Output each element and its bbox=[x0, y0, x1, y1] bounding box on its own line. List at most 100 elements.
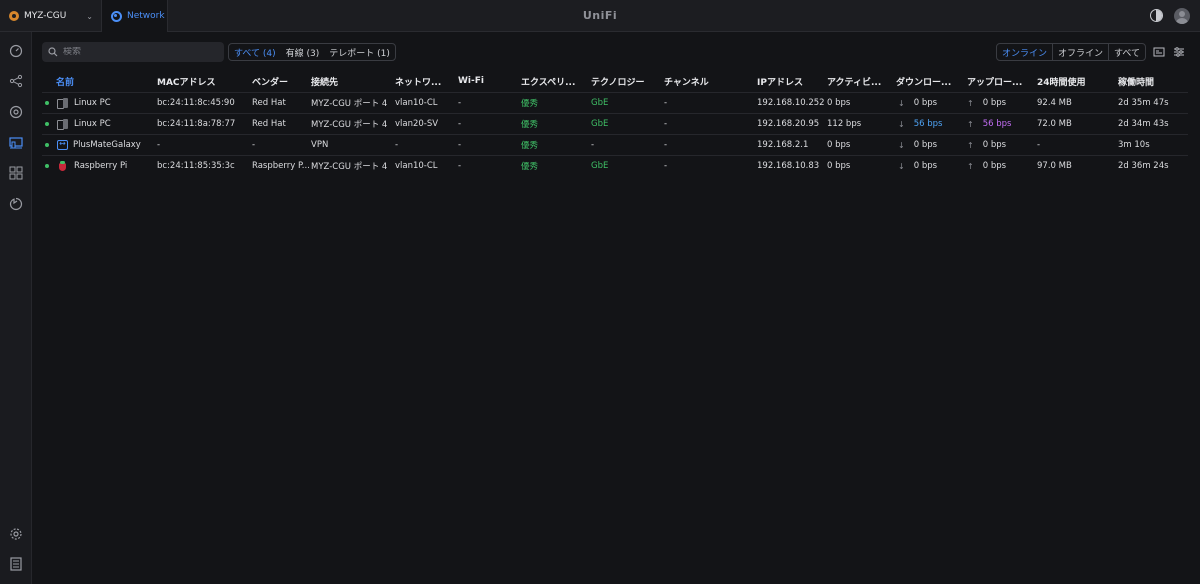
cell-technology: GbE bbox=[591, 98, 609, 108]
arrow-down-icon: ↓ bbox=[898, 140, 905, 150]
cell-ip: 192.168.10.252 bbox=[757, 98, 825, 108]
status-online[interactable]: オンライン bbox=[997, 44, 1054, 60]
cell-experience: 優秀 bbox=[521, 120, 539, 130]
search-box[interactable] bbox=[42, 42, 224, 62]
client-devices-icon[interactable] bbox=[8, 135, 23, 150]
col-download[interactable]: ダウンロー... bbox=[896, 70, 951, 92]
cell-upload: ↑ 0 bps bbox=[967, 156, 1006, 176]
status-filter: オンライン オフライン すべて bbox=[996, 43, 1147, 61]
vpn-icon bbox=[57, 139, 68, 150]
col-mac[interactable]: MACアドレス bbox=[157, 70, 216, 92]
cell-usage: 97.0 MB bbox=[1037, 161, 1072, 171]
col-channel[interactable]: チャンネル bbox=[664, 70, 709, 92]
download-value: 0 bps bbox=[913, 161, 938, 171]
logs-icon[interactable] bbox=[8, 556, 23, 571]
cell-name[interactable]: Linux PC bbox=[57, 114, 111, 134]
cell-download: ↓ 56 bps bbox=[898, 114, 942, 134]
computer-icon bbox=[57, 98, 69, 109]
cell-download: ↓ 0 bps bbox=[898, 93, 937, 113]
theme-toggle-icon[interactable] bbox=[1150, 9, 1163, 22]
cell-wifi: - bbox=[458, 161, 462, 171]
col-uptime[interactable]: 稼働時間 bbox=[1118, 70, 1154, 92]
search-icon bbox=[48, 47, 58, 57]
client-name: Linux PC bbox=[74, 119, 111, 129]
cell-network: vlan10-CL bbox=[395, 98, 438, 108]
search-input[interactable] bbox=[63, 47, 213, 57]
online-status-dot bbox=[45, 156, 49, 176]
cell-vendor: Raspberry P... bbox=[252, 161, 310, 171]
cell-activity: 0 bps bbox=[827, 140, 851, 150]
col-experience[interactable]: エクスペリ... bbox=[521, 70, 575, 92]
client-name: Linux PC bbox=[74, 98, 111, 108]
column-settings-icon[interactable] bbox=[1173, 46, 1185, 58]
cell-mac: bc:24:11:8c:45:90 bbox=[157, 98, 235, 108]
status-all[interactable]: すべて bbox=[1109, 44, 1145, 60]
topology-icon[interactable] bbox=[8, 73, 23, 88]
arrow-down-icon: ↓ bbox=[898, 119, 905, 129]
client-name: PlusMateGalaxy bbox=[73, 140, 141, 150]
cell-vendor: Red Hat bbox=[252, 119, 286, 129]
cell-mac: bc:24:11:85:35:3c bbox=[157, 161, 235, 171]
cell-usage: 92.4 MB bbox=[1037, 98, 1072, 108]
dashboard-icon[interactable] bbox=[8, 43, 23, 58]
cell-ip: 192.168.10.83 bbox=[757, 161, 820, 171]
cell-technology: - bbox=[591, 140, 595, 150]
cell-uptime: 2d 35m 47s bbox=[1118, 98, 1169, 108]
cell-technology: GbE bbox=[591, 119, 609, 129]
cell-uptime: 2d 36m 24s bbox=[1118, 161, 1169, 171]
cell-upload: ↑ 0 bps bbox=[967, 93, 1006, 113]
connection-filter: すべて (4) 有線 (3) テレポート (1) bbox=[228, 43, 396, 61]
online-status-dot bbox=[45, 135, 49, 155]
table-row[interactable]: Raspberry Pi bc:24:11:85:35:3c Raspberry P… bbox=[42, 155, 1188, 176]
cell-uplink: MYZ-CGU ポート 4 bbox=[311, 162, 388, 172]
apps-icon[interactable] bbox=[8, 165, 23, 180]
user-avatar[interactable] bbox=[1174, 8, 1190, 24]
raspberry-pi-icon bbox=[57, 161, 69, 171]
cell-technology: GbE bbox=[591, 161, 609, 171]
cell-channel: - bbox=[664, 161, 668, 171]
cell-uplink: MYZ-CGU ポート 4 bbox=[311, 120, 388, 130]
filter-teleport[interactable]: テレポート (1) bbox=[324, 44, 395, 60]
cell-name[interactable]: Linux PC bbox=[57, 93, 111, 113]
col-name[interactable]: 名前 bbox=[56, 70, 74, 92]
insights-icon[interactable] bbox=[8, 196, 23, 211]
download-value: 0 bps bbox=[913, 140, 938, 150]
col-ip[interactable]: IPアドレス bbox=[757, 70, 803, 92]
online-status-dot bbox=[45, 93, 49, 113]
cell-network: vlan10-CL bbox=[395, 161, 438, 171]
col-network[interactable]: ネットワ... bbox=[395, 70, 441, 92]
online-status-dot bbox=[45, 114, 49, 134]
cell-download: ↓ 0 bps bbox=[898, 156, 937, 176]
filter-all[interactable]: すべて (4) bbox=[229, 44, 281, 60]
table-row[interactable]: Linux PC bc:24:11:8c:45:90 Red Hat MYZ-CGU … bbox=[42, 92, 1188, 113]
status-offline[interactable]: オフライン bbox=[1053, 44, 1110, 60]
cell-mac: bc:24:11:8a:78:77 bbox=[157, 119, 236, 129]
computer-icon bbox=[57, 119, 69, 130]
col-wifi[interactable]: Wi-Fi bbox=[458, 70, 484, 92]
devices-icon[interactable] bbox=[8, 104, 23, 119]
col-vendor[interactable]: ベンダー bbox=[252, 70, 288, 92]
table-row[interactable]: PlusMateGalaxy - - VPN - - 優秀 - - 192.168.2.1 0 bp… bbox=[42, 134, 1188, 155]
table-header: 名前 MACアドレス ベンダー 接続先 ネットワ... Wi-Fi エクスペリ.… bbox=[42, 70, 1188, 92]
col-uplink[interactable]: 接続先 bbox=[311, 70, 338, 92]
col-upload[interactable]: アップロー... bbox=[967, 70, 1022, 92]
cell-name[interactable]: Raspberry Pi bbox=[57, 156, 127, 176]
cell-network: vlan20-SV bbox=[395, 119, 439, 129]
filter-wired[interactable]: 有線 (3) bbox=[281, 44, 325, 60]
col-usage[interactable]: 24時間使用 bbox=[1037, 70, 1086, 92]
cell-ip: 192.168.20.95 bbox=[757, 119, 820, 129]
cell-activity: 0 bps bbox=[827, 161, 851, 171]
settings-icon[interactable] bbox=[8, 526, 23, 541]
col-technology[interactable]: テクノロジー bbox=[591, 70, 644, 92]
cell-activity: 112 bps bbox=[827, 119, 862, 129]
client-name: Raspberry Pi bbox=[74, 161, 128, 171]
table-row[interactable]: Linux PC bc:24:11:8a:78:77 Red Hat MYZ-CGU … bbox=[42, 113, 1188, 134]
upload-value: 0 bps bbox=[982, 161, 1007, 171]
col-activity[interactable]: アクティビ... bbox=[827, 70, 881, 92]
export-icon[interactable] bbox=[1153, 46, 1165, 58]
upload-value: 56 bps bbox=[982, 119, 1012, 129]
cell-name[interactable]: PlusMateGalaxy bbox=[57, 135, 141, 155]
cell-ip: 192.168.2.1 bbox=[757, 140, 809, 150]
cell-uplink: VPN bbox=[311, 140, 329, 150]
cell-vendor: Red Hat bbox=[252, 98, 286, 108]
